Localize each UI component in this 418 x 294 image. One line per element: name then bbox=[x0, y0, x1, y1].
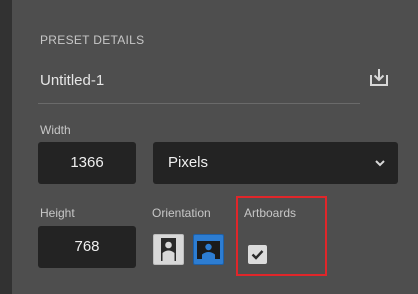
width-input[interactable]: 1366 bbox=[38, 142, 136, 184]
units-select[interactable]: Pixels bbox=[153, 142, 398, 184]
artboards-highlight-box bbox=[236, 196, 327, 276]
width-label: Width bbox=[40, 123, 71, 137]
preset-name-field[interactable]: Untitled-1 bbox=[40, 72, 104, 89]
height-input[interactable]: 768 bbox=[38, 226, 136, 268]
portrait-person-icon bbox=[161, 238, 176, 261]
preset-name-underline bbox=[38, 103, 360, 104]
chevron-down-icon bbox=[372, 155, 388, 171]
height-label: Height bbox=[40, 206, 75, 220]
landscape-orientation-button[interactable] bbox=[193, 234, 224, 265]
save-preset-icon[interactable] bbox=[368, 66, 390, 88]
orientation-label: Orientation bbox=[152, 206, 211, 220]
units-select-value: Pixels bbox=[168, 154, 209, 171]
landscape-person-icon bbox=[197, 241, 220, 259]
portrait-orientation-button[interactable] bbox=[153, 234, 184, 265]
section-title: PRESET DETAILS bbox=[40, 33, 145, 47]
